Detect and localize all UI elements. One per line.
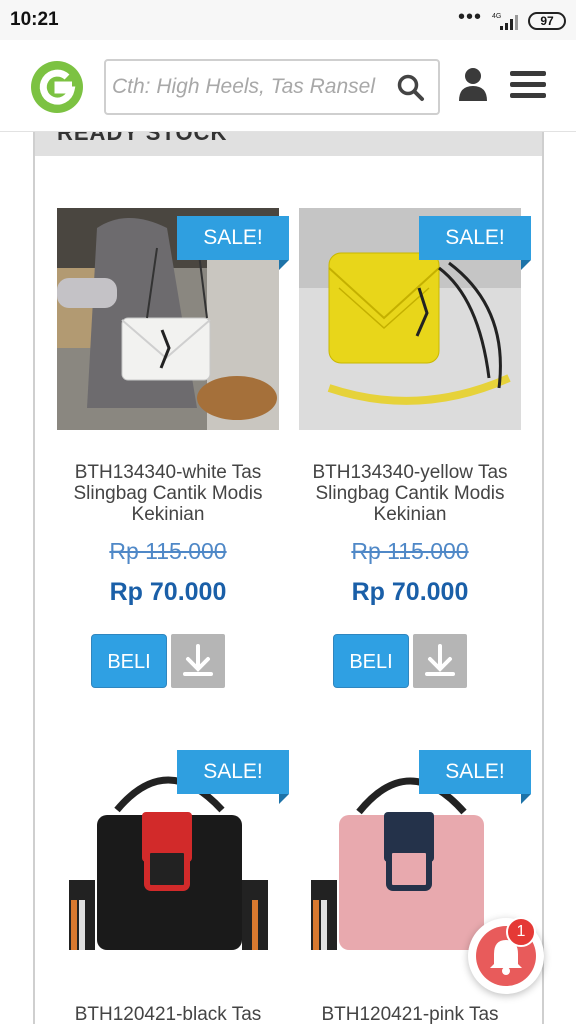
network-type-label: 4G — [492, 13, 501, 20]
site-header — [0, 40, 576, 132]
product-title[interactable]: BTH134340-white Tas Slingbag Cantik Modi… — [47, 462, 289, 525]
buy-button[interactable]: BELI — [91, 634, 167, 688]
hamburger-menu-icon[interactable] — [510, 70, 546, 100]
battery-indicator: 97 — [528, 12, 566, 30]
product-listing: READY STOCK SALE! BTH134340-white Tas Sl… — [33, 132, 544, 1024]
buy-button[interactable]: BELI — [333, 634, 409, 688]
section-header: READY STOCK — [35, 132, 542, 156]
download-icon — [183, 644, 213, 676]
sale-badge: SALE! — [177, 750, 289, 794]
download-icon — [425, 644, 455, 676]
download-button[interactable] — [413, 634, 467, 688]
search-input[interactable] — [112, 67, 382, 107]
original-price: Rp 115.000 — [351, 538, 469, 564]
product-title[interactable]: BTH120421-black Tas — [47, 1004, 289, 1024]
sale-badge-tail — [279, 260, 289, 270]
sale-badge: SALE! — [419, 216, 531, 260]
sale-badge-tail — [521, 260, 531, 270]
download-button[interactable] — [171, 634, 225, 688]
product-card[interactable]: SALE! BTH134340-white Tas Slingbag Canti… — [57, 208, 289, 698]
product-card[interactable]: SALE! BTH120421-black Tas — [57, 750, 289, 1024]
sale-price: Rp 70.000 — [109, 578, 227, 606]
original-price: Rp 115.000 — [109, 538, 227, 564]
search-icon[interactable] — [396, 73, 426, 103]
notification-count-badge: 1 — [506, 917, 536, 947]
more-dots-icon: ••• — [457, 6, 482, 28]
sale-badge: SALE! — [419, 750, 531, 794]
sale-badge-tail — [521, 794, 531, 804]
status-icons: ••• 4G 97 — [457, 6, 566, 32]
sale-badge-tail — [279, 794, 289, 804]
search-bar — [104, 59, 440, 115]
sale-price: Rp 70.000 — [351, 578, 469, 606]
status-time: 10:21 — [10, 9, 59, 30]
status-bar: 10:21 ••• 4G 97 — [0, 0, 576, 40]
user-icon[interactable] — [457, 67, 489, 101]
product-title[interactable]: BTH134340-yellow Tas Slingbag Cantik Mod… — [289, 462, 531, 525]
section-title: READY STOCK — [57, 132, 228, 145]
product-title[interactable]: BTH120421-pink Tas — [289, 1004, 531, 1024]
product-card[interactable]: SALE! BTH134340-yellow Tas Slingbag Cant… — [299, 208, 531, 698]
g-logo-icon[interactable] — [30, 57, 84, 117]
signal-icon: 4G — [492, 13, 518, 30]
sale-badge: SALE! — [177, 216, 289, 260]
